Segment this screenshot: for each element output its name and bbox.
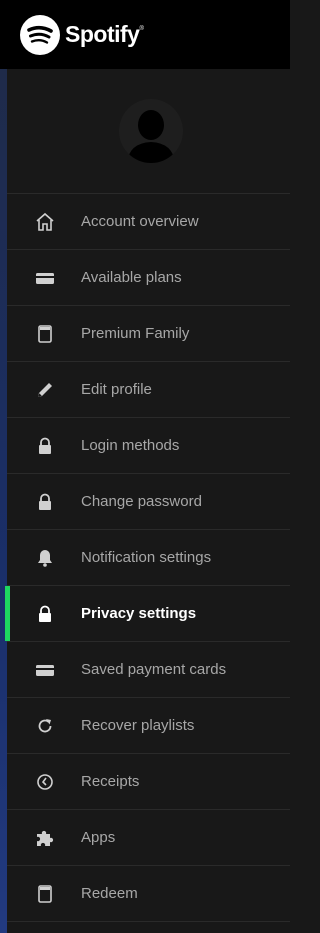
active-indicator — [5, 586, 10, 641]
menu-item-label: Available plans — [81, 269, 182, 286]
menu-item-redeem[interactable]: Redeem — [7, 866, 290, 922]
menu-item-label: Edit profile — [81, 381, 152, 398]
menu-item-label: Privacy settings — [81, 605, 197, 622]
menu-item-login-methods[interactable]: Login methods — [7, 418, 290, 474]
menu-item-change-password[interactable]: Change password — [7, 474, 290, 530]
menu-item-saved-payment-cards[interactable]: Saved payment cards — [7, 642, 290, 698]
menu-item-label: Receipts — [81, 773, 140, 790]
tablet-icon — [35, 324, 55, 344]
menu-item-apps[interactable]: Apps — [7, 810, 290, 866]
top-bar: Spotify ® — [0, 0, 290, 69]
brand-name: Spotify — [65, 21, 140, 47]
card-icon — [35, 268, 55, 288]
profile-area — [7, 69, 290, 193]
menu-item-edit-profile[interactable]: Edit profile — [7, 362, 290, 418]
account-sidebar: Account overview Available plans Premium… — [5, 69, 290, 933]
lock-icon — [35, 436, 55, 456]
menu-item-label: Login methods — [81, 437, 180, 454]
menu-item-privacy-settings[interactable]: Privacy settings — [5, 586, 290, 642]
menu-item-label: Account overview — [81, 213, 199, 230]
account-menu: Account overview Available plans Premium… — [5, 193, 290, 922]
menu-item-available-plans[interactable]: Available plans — [7, 250, 290, 306]
bell-icon — [35, 548, 55, 568]
trademark-symbol: ® — [139, 25, 144, 32]
clock-icon — [35, 772, 55, 792]
menu-item-label: Notification settings — [81, 549, 212, 566]
tablet-icon — [35, 884, 55, 904]
avatar[interactable] — [119, 99, 183, 163]
menu-item-premium-family[interactable]: Premium Family — [7, 306, 290, 362]
menu-item-label: Saved payment cards — [81, 661, 227, 678]
menu-item-recover-playlists[interactable]: Recover playlists — [7, 698, 290, 754]
home-icon — [35, 212, 55, 232]
menu-item-label: Premium Family — [81, 325, 190, 342]
spotify-logo[interactable]: Spotify ® — [20, 14, 144, 55]
spotify-logo-icon — [20, 14, 60, 55]
menu-item-account-overview[interactable]: Account overview — [7, 194, 290, 250]
account-page: Spotify ® Account overview Available pla… — [0, 0, 290, 933]
menu-item-label: Redeem — [81, 885, 138, 902]
menu-item-receipts[interactable]: Receipts — [7, 754, 290, 810]
card-icon — [35, 660, 55, 680]
refresh-icon — [35, 716, 55, 736]
lock-icon — [35, 492, 55, 512]
user-silhouette-icon — [127, 110, 175, 163]
puzzle-icon — [35, 828, 55, 848]
menu-item-label: Change password — [81, 493, 202, 510]
menu-item-label: Recover playlists — [81, 717, 195, 734]
menu-item-notification-settings[interactable]: Notification settings — [7, 530, 290, 586]
lock-icon — [35, 604, 55, 624]
menu-item-label: Apps — [81, 829, 116, 846]
left-edge-strip — [0, 69, 7, 933]
pencil-icon — [35, 380, 55, 400]
